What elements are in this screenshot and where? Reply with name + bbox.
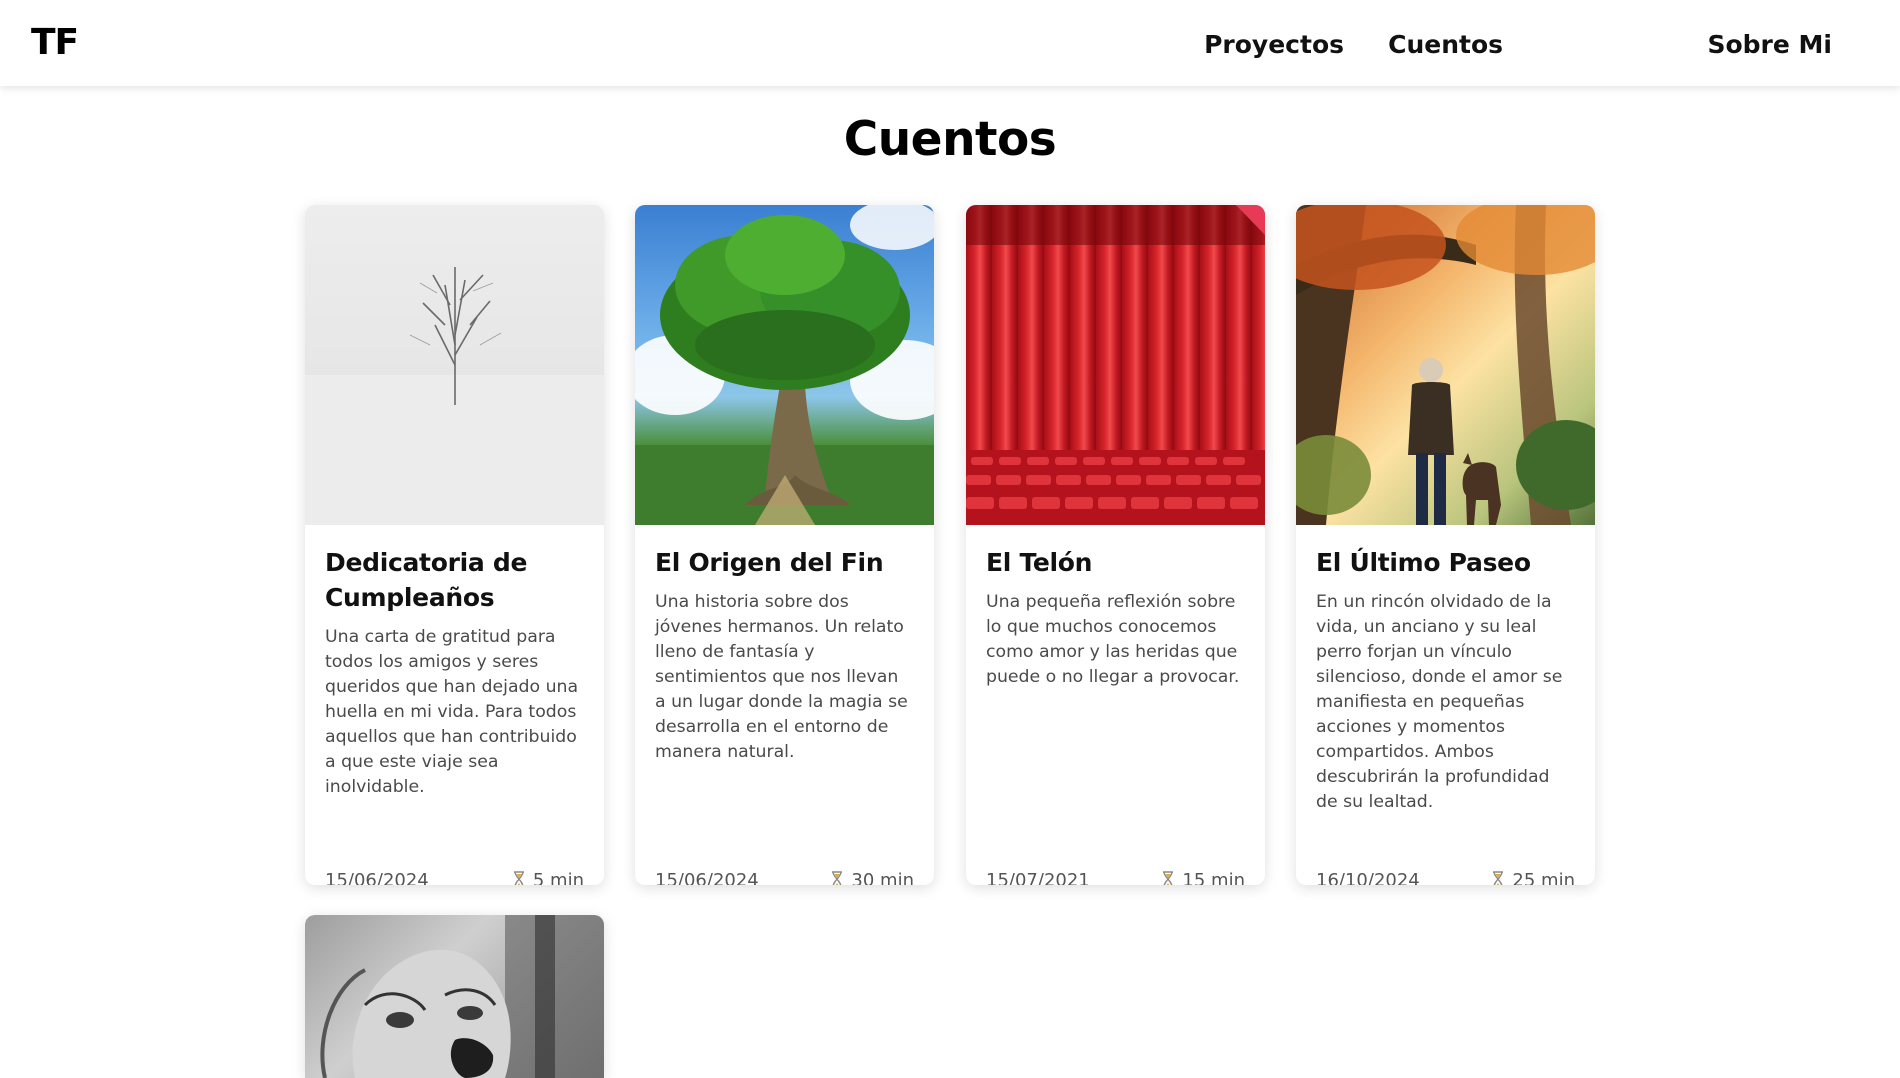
hourglass-icon xyxy=(1493,871,1504,885)
card-date: 15/07/2021 xyxy=(986,870,1090,885)
card-image-red-curtain xyxy=(966,205,1265,525)
site-logo[interactable]: TF xyxy=(31,22,79,63)
card-title: El Último Paseo xyxy=(1316,548,1531,577)
card-description: En un rincón olvidado de la vida, un anc… xyxy=(1316,592,1563,812)
card-duration-value: 30 min xyxy=(851,870,914,885)
card-title: El Telón xyxy=(986,548,1093,577)
card-title: El Origen del Fin xyxy=(655,548,884,577)
card-duration-value: 15 min xyxy=(1182,870,1245,885)
card-date: 16/10/2024 xyxy=(1316,870,1420,885)
hourglass-icon xyxy=(832,871,843,885)
card-duration: 5 min xyxy=(513,870,584,885)
card-duration-value: 25 min xyxy=(1512,870,1575,885)
hourglass-icon xyxy=(1163,871,1174,885)
card-duration: 25 min xyxy=(1492,870,1575,885)
card-image-snowy-tree xyxy=(305,205,604,525)
card-date: 15/06/2024 xyxy=(325,870,429,885)
card-duration-value: 5 min xyxy=(532,870,584,885)
hourglass-icon xyxy=(513,871,524,885)
card-duration: 15 min xyxy=(1162,870,1245,885)
card-description: Una pequeña reflexión sobre lo que mucho… xyxy=(986,592,1240,687)
story-card[interactable] xyxy=(305,915,604,1078)
card-image-screaming-face-sketch xyxy=(305,915,604,1078)
story-card[interactable]: Dedicatoria de Cumpleaños Una carta de g… xyxy=(305,205,604,885)
card-image-fantasy-tree xyxy=(635,205,934,525)
card-title: Dedicatoria de Cumpleaños xyxy=(325,548,528,612)
page-title: Cuentos xyxy=(843,112,1057,167)
story-card[interactable]: El Último Paseo En un rincón olvidado de… xyxy=(1296,205,1595,885)
top-navbar: TF Proyectos Cuentos Sobre Mi xyxy=(0,0,1900,86)
card-description: Una carta de gratitud para todos los ami… xyxy=(325,627,579,797)
card-date: 15/06/2024 xyxy=(655,870,759,885)
nav-link-cuentos[interactable]: Cuentos xyxy=(1388,30,1503,59)
nav-link-sobre-mi[interactable]: Sobre Mi xyxy=(1707,30,1832,59)
nav-link-proyectos[interactable]: Proyectos xyxy=(1204,30,1344,59)
story-card[interactable]: El Origen del Fin Una historia sobre dos… xyxy=(635,205,934,885)
card-duration: 30 min xyxy=(831,870,914,885)
card-image-old-man-and-dog xyxy=(1296,205,1595,525)
card-description: Una historia sobre dos jóvenes hermanos.… xyxy=(655,592,908,762)
story-card[interactable]: El Telón Una pequeña reflexión sobre lo … xyxy=(966,205,1265,885)
